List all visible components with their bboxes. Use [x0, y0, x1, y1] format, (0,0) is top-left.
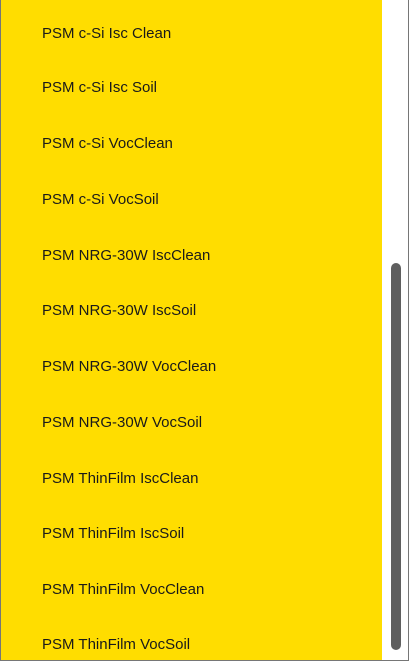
scrollbar-track[interactable] [382, 0, 408, 660]
option-psm-nrg-30w-vocsoil[interactable]: PSM NRG-30W VocSoil [1, 403, 382, 443]
option-psm-csi-vocsoil[interactable]: PSM c-Si VocSoil [1, 180, 382, 220]
option-psm-thinfilm-vocclean[interactable]: PSM ThinFilm VocClean [1, 570, 382, 610]
option-psm-nrg-30w-iscsoil[interactable]: PSM NRG-30W IscSoil [1, 291, 382, 331]
scrollbar-thumb[interactable] [391, 263, 401, 650]
option-list: PSM c-Si Isc Clean PSM c-Si Isc Soil PSM… [1, 0, 382, 660]
option-psm-csi-isc-clean[interactable]: PSM c-Si Isc Clean [1, 14, 382, 54]
option-psm-thinfilm-iscsoil[interactable]: PSM ThinFilm IscSoil [1, 514, 382, 554]
dropdown-list: PSM c-Si Isc Clean PSM c-Si Isc Soil PSM… [0, 0, 409, 661]
option-psm-nrg-30w-vocclean[interactable]: PSM NRG-30W VocClean [1, 347, 382, 387]
option-psm-csi-isc-soil[interactable]: PSM c-Si Isc Soil [1, 68, 382, 108]
option-psm-csi-vocclean[interactable]: PSM c-Si VocClean [1, 124, 382, 164]
option-psm-thinfilm-iscclean[interactable]: PSM ThinFilm IscClean [1, 459, 382, 499]
option-psm-nrg-30w-iscclean[interactable]: PSM NRG-30W IscClean [1, 236, 382, 276]
option-psm-thinfilm-vocsoil[interactable]: PSM ThinFilm VocSoil [1, 625, 382, 660]
